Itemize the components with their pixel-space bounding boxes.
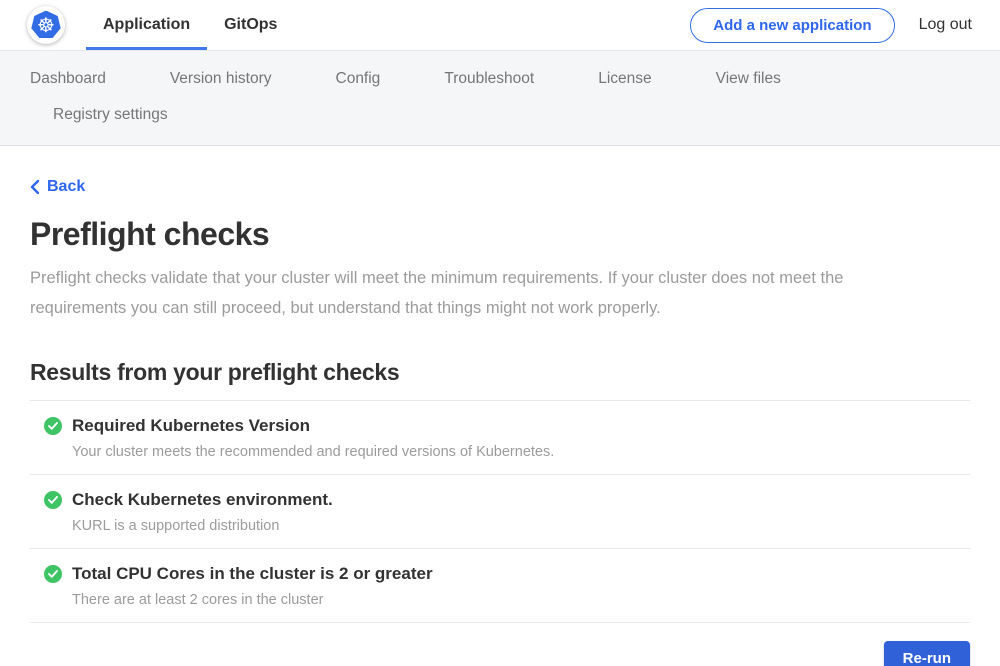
subnav-item-dashboard[interactable]: Dashboard bbox=[30, 70, 106, 88]
kubernetes-helm-wheel-icon: ☸ bbox=[37, 15, 55, 35]
subnav-item-license[interactable]: License bbox=[598, 70, 651, 88]
preflight-check-row: Check Kubernetes environment. KURL is a … bbox=[30, 474, 970, 548]
page-title: Preflight checks bbox=[30, 216, 970, 253]
check-pass-icon bbox=[44, 491, 62, 509]
back-link[interactable]: Back bbox=[30, 178, 85, 196]
check-pass-icon bbox=[44, 565, 62, 583]
top-header: ☸ Application GitOps Add a new applicati… bbox=[0, 0, 1000, 51]
preflight-check-row: Required Kubernetes Version Your cluster… bbox=[30, 400, 970, 474]
check-title: Total CPU Cores in the cluster is 2 or g… bbox=[72, 564, 433, 584]
check-message: There are at least 2 cores in the cluste… bbox=[72, 592, 970, 608]
tab-gitops[interactable]: GitOps bbox=[207, 0, 294, 50]
rerun-button[interactable]: Re-run bbox=[884, 641, 970, 666]
subnav-item-registry-settings[interactable]: Registry settings bbox=[53, 106, 168, 124]
check-message: Your cluster meets the recommended and r… bbox=[72, 444, 970, 460]
preflight-check-row: Total CPU Cores in the cluster is 2 or g… bbox=[30, 548, 970, 622]
preflight-results-list: Required Kubernetes Version Your cluster… bbox=[30, 400, 970, 623]
subnav-item-troubleshoot[interactable]: Troubleshoot bbox=[444, 70, 534, 88]
results-heading: Results from your preflight checks bbox=[30, 359, 970, 386]
add-new-application-button[interactable]: Add a new application bbox=[690, 8, 894, 43]
main-content: Back Preflight checks Preflight checks v… bbox=[0, 146, 1000, 666]
subnav-item-version-history[interactable]: Version history bbox=[170, 70, 272, 88]
header-spacer bbox=[294, 0, 690, 50]
results-list-divider bbox=[30, 622, 970, 623]
tab-application[interactable]: Application bbox=[86, 0, 207, 50]
actions-bar: Re-run bbox=[30, 641, 970, 666]
back-label: Back bbox=[47, 178, 85, 196]
subnav-item-view-files[interactable]: View files bbox=[716, 70, 781, 88]
check-message: KURL is a supported distribution bbox=[72, 518, 970, 534]
chevron-left-icon bbox=[30, 180, 39, 194]
check-pass-icon bbox=[44, 417, 62, 435]
logout-link[interactable]: Log out bbox=[919, 16, 972, 34]
subnav-item-config[interactable]: Config bbox=[336, 70, 381, 88]
subnav-row-1: Dashboard Version history Config Trouble… bbox=[0, 65, 1000, 93]
check-title: Check Kubernetes environment. bbox=[72, 490, 333, 510]
kubernetes-logo: ☸ bbox=[27, 0, 65, 50]
page-description: Preflight checks validate that your clus… bbox=[30, 263, 940, 323]
app-subnav: Dashboard Version history Config Trouble… bbox=[0, 51, 1000, 146]
subnav-row-2: Registry settings bbox=[0, 101, 1000, 129]
check-title: Required Kubernetes Version bbox=[72, 416, 310, 436]
